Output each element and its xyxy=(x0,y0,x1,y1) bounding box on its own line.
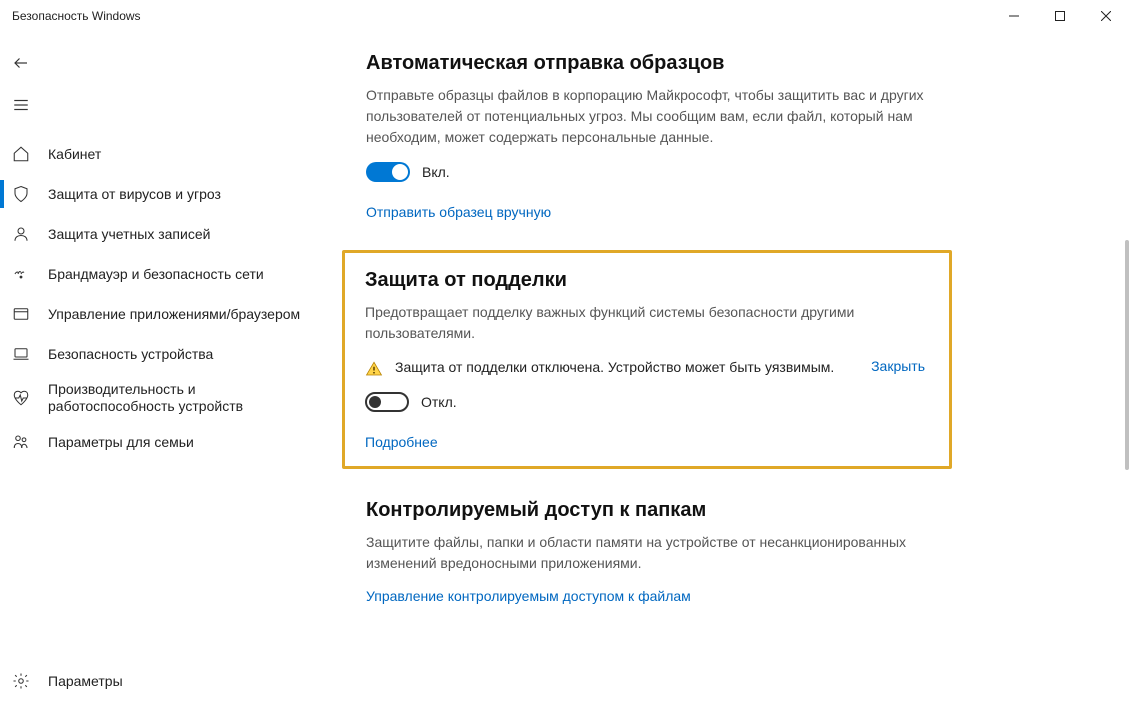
sidebar-item-settings[interactable]: Параметры xyxy=(0,661,320,701)
gear-icon xyxy=(12,672,30,690)
toggle-state-label: Откл. xyxy=(421,394,457,410)
heart-icon xyxy=(12,389,30,407)
sidebar-item-performance[interactable]: Производительность и работоспособность у… xyxy=(0,374,320,422)
family-icon xyxy=(12,433,30,451)
warning-dismiss-link[interactable]: Закрыть xyxy=(871,358,925,374)
warning-banner: Защита от подделки отключена. Устройство… xyxy=(365,358,925,378)
sidebar-item-label: Производительность и работоспособность у… xyxy=(48,381,320,415)
sidebar-item-device-security[interactable]: Безопасность устройства xyxy=(0,334,320,374)
shield-icon xyxy=(12,185,30,203)
sidebar-item-home[interactable]: Кабинет xyxy=(0,134,320,174)
auto-sample-toggle[interactable] xyxy=(366,162,410,182)
sidebar-item-firewall[interactable]: Брандмауэр и безопасность сети xyxy=(0,254,320,294)
close-button[interactable] xyxy=(1083,0,1129,32)
back-button[interactable] xyxy=(0,42,42,84)
window-controls xyxy=(991,0,1129,32)
manage-folder-access-link[interactable]: Управление контролируемым доступом к фай… xyxy=(366,588,926,604)
window-title: Безопасность Windows xyxy=(12,9,141,23)
device-icon xyxy=(12,345,30,363)
learn-more-link[interactable]: Подробнее xyxy=(365,434,925,450)
sidebar-item-label: Защита от вирусов и угроз xyxy=(48,186,221,202)
section-description: Предотвращает подделку важных функций си… xyxy=(365,302,925,344)
main-content: Автоматическая отправка образцов Отправь… xyxy=(320,32,1129,709)
sidebar: Кабинет Защита от вирусов и угроз Защита… xyxy=(0,32,320,709)
submit-sample-link[interactable]: Отправить образец вручную xyxy=(366,204,926,220)
hamburger-menu-button[interactable] xyxy=(0,84,42,126)
warning-icon xyxy=(365,360,383,378)
section-description: Защитите файлы, папки и области памяти н… xyxy=(366,532,926,574)
section-title: Защита от подделки xyxy=(365,269,925,292)
section-auto-sample-submission: Автоматическая отправка образцов Отправь… xyxy=(366,52,926,220)
sidebar-item-account-protection[interactable]: Защита учетных записей xyxy=(0,214,320,254)
account-icon xyxy=(12,225,30,243)
sidebar-item-virus-protection[interactable]: Защита от вирусов и угроз xyxy=(0,174,320,214)
home-icon xyxy=(12,145,30,163)
sidebar-item-label: Брандмауэр и безопасность сети xyxy=(48,266,264,282)
sidebar-item-label: Безопасность устройства xyxy=(48,346,213,362)
sidebar-item-app-browser[interactable]: Управление приложениями/браузером xyxy=(0,294,320,334)
browser-icon xyxy=(12,305,30,323)
scrollbar-thumb[interactable] xyxy=(1125,240,1129,470)
section-controlled-folder-access: Контролируемый доступ к папкам Защитите … xyxy=(366,499,926,604)
sidebar-item-label: Защита учетных записей xyxy=(48,226,210,242)
network-icon xyxy=(12,265,30,283)
maximize-button[interactable] xyxy=(1037,0,1083,32)
section-description: Отправьте образцы файлов в корпорацию Ма… xyxy=(366,85,926,148)
toggle-state-label: Вкл. xyxy=(422,164,450,180)
highlighted-section: Защита от подделки Предотвращает подделк… xyxy=(342,250,952,469)
minimize-button[interactable] xyxy=(991,0,1037,32)
sidebar-item-family[interactable]: Параметры для семьи xyxy=(0,422,320,462)
tamper-protection-toggle[interactable] xyxy=(365,392,409,412)
section-title: Контролируемый доступ к папкам xyxy=(366,499,926,522)
sidebar-item-label: Управление приложениями/браузером xyxy=(48,306,300,322)
sidebar-item-label: Параметры для семьи xyxy=(48,434,194,450)
nav-list: Кабинет Защита от вирусов и угроз Защита… xyxy=(0,134,320,462)
titlebar: Безопасность Windows xyxy=(0,0,1129,32)
sidebar-item-label: Кабинет xyxy=(48,146,101,162)
section-title: Автоматическая отправка образцов xyxy=(366,52,926,75)
sidebar-item-label: Параметры xyxy=(48,673,123,689)
warning-text: Защита от подделки отключена. Устройство… xyxy=(395,358,849,378)
